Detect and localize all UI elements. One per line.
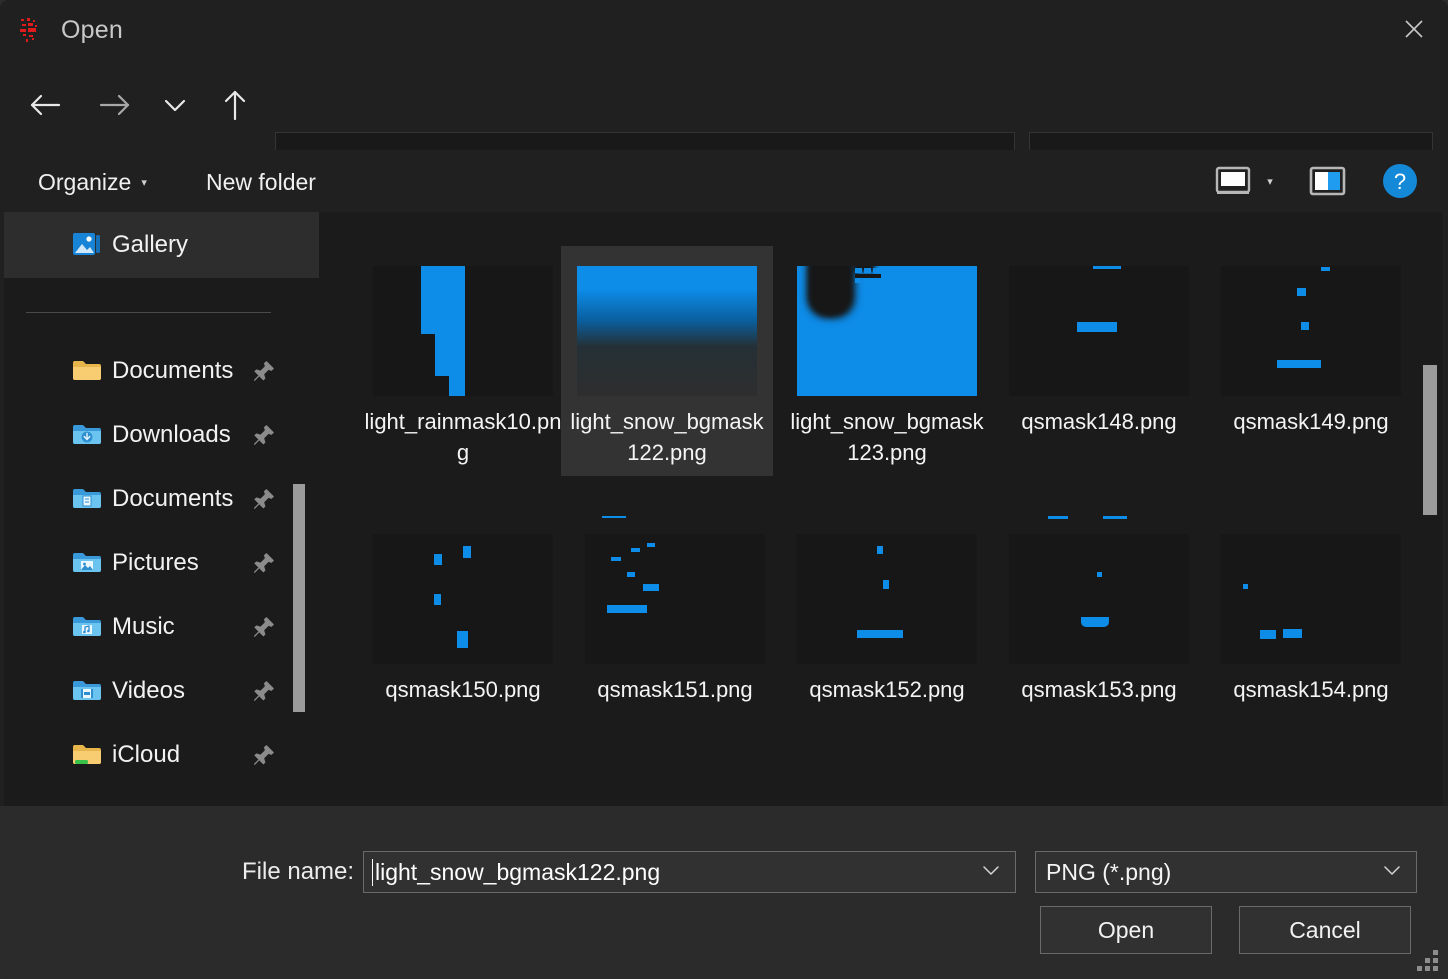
folder-music-icon bbox=[72, 612, 102, 642]
folder-documents-icon bbox=[72, 484, 102, 514]
app-icon bbox=[16, 15, 46, 45]
gallery-icon bbox=[72, 230, 102, 260]
file-thumbnail bbox=[577, 266, 757, 396]
svg-text:?: ? bbox=[1394, 169, 1406, 194]
file-thumbnail bbox=[1009, 266, 1189, 396]
dialog-footer: File name: light_snow_bgmask122.png PNG … bbox=[0, 806, 1448, 979]
file-thumbnail bbox=[585, 534, 765, 664]
file-thumbnail bbox=[373, 266, 553, 396]
command-bar: Organize ▾ New folder ▾ ? bbox=[0, 150, 1448, 212]
help-button[interactable]: ? bbox=[1382, 160, 1418, 202]
file-name-label: light_rainmask10.png bbox=[364, 409, 562, 465]
open-file-dialog: Open Search masks Organize ▾ New folder … bbox=[0, 0, 1448, 979]
view-options-icon[interactable] bbox=[1214, 160, 1252, 202]
open-button[interactable]: Open bbox=[1040, 906, 1212, 954]
file-thumbnail bbox=[797, 534, 977, 664]
file-thumbnail bbox=[1221, 534, 1401, 664]
navigation-bar: « Content › screens › masks bbox=[0, 60, 1448, 197]
folder-yellow-icon bbox=[72, 356, 102, 386]
file-name-label: qsmask154.png bbox=[1233, 677, 1389, 702]
sidebar-item-label: iCloud bbox=[112, 741, 181, 768]
sidebar-item-documents[interactable]: Documents bbox=[4, 339, 319, 403]
close-icon[interactable] bbox=[1380, 0, 1448, 58]
file-item-qsmask152[interactable]: qsmask152.png bbox=[781, 522, 993, 713]
organize-button[interactable]: Organize ▾ bbox=[38, 162, 147, 202]
arrow-right-icon[interactable] bbox=[92, 82, 138, 128]
cancel-button[interactable]: Cancel bbox=[1239, 906, 1411, 954]
file-item-light-snow-bgmask123[interactable]: light_snow_bgmask123.png bbox=[781, 254, 993, 476]
file-thumbnail bbox=[1221, 266, 1401, 396]
file-item-qsmask148[interactable]: qsmask148.png bbox=[993, 254, 1205, 445]
file-name-label: qsmask148.png bbox=[1021, 409, 1177, 434]
pin-icon[interactable] bbox=[251, 358, 277, 384]
file-name-label: qsmask149.png bbox=[1233, 409, 1389, 434]
file-item-qsmask153[interactable]: qsmask153.png bbox=[993, 516, 1205, 713]
file-name-label: qsmask151.png bbox=[597, 677, 753, 702]
pin-icon[interactable] bbox=[251, 422, 277, 448]
file-item-qsmask154[interactable]: qsmask154.png bbox=[1205, 522, 1417, 713]
sidebar-item-downloads[interactable]: Downloads bbox=[4, 403, 319, 467]
window-title: Open bbox=[61, 15, 123, 44]
sidebar-item-videos[interactable]: Videos bbox=[4, 659, 319, 723]
file-grid-scrollbar-thumb[interactable] bbox=[1423, 365, 1437, 515]
pin-icon[interactable] bbox=[251, 486, 277, 512]
new-folder-label: New folder bbox=[206, 168, 316, 195]
title-bar: Open bbox=[0, 0, 1448, 60]
file-name-label-static: File name: bbox=[242, 858, 355, 885]
file-name-label: light_snow_bgmask122.png bbox=[570, 409, 764, 465]
file-name-label: light_snow_bgmask123.png bbox=[790, 409, 984, 465]
file-name-label: qsmask152.png bbox=[809, 677, 965, 702]
file-name-value: light_snow_bgmask122.png bbox=[372, 858, 660, 886]
sidebar-item-icloud[interactable]: iCloud bbox=[4, 723, 319, 787]
chevron-down-icon: ▾ bbox=[141, 176, 147, 189]
sidebar-item-label: Downloads bbox=[112, 421, 231, 448]
organize-label: Organize bbox=[38, 168, 132, 195]
new-folder-button[interactable]: New folder bbox=[206, 162, 316, 202]
sidebar-divider bbox=[26, 312, 271, 313]
sidebar-item-label: Music bbox=[112, 613, 175, 640]
sidebar-item-label: Pictures bbox=[112, 549, 199, 576]
arrow-up-icon[interactable] bbox=[212, 82, 258, 128]
sidebar-item-music[interactable]: Music bbox=[4, 595, 319, 659]
sidebar-item-pictures[interactable]: Pictures bbox=[4, 531, 319, 595]
folder-downloads-icon bbox=[72, 420, 102, 450]
file-item-qsmask151[interactable]: qsmask151.png bbox=[569, 516, 781, 713]
pin-icon[interactable] bbox=[251, 550, 277, 576]
pin-icon[interactable] bbox=[251, 742, 277, 768]
file-thumbnail bbox=[797, 266, 977, 396]
file-thumbnail bbox=[1009, 534, 1189, 664]
chevron-down-icon[interactable] bbox=[981, 863, 1001, 881]
folder-pictures-icon bbox=[72, 548, 102, 578]
file-item-qsmask149[interactable]: qsmask149.png bbox=[1205, 254, 1417, 445]
folder-icloud-icon bbox=[72, 740, 102, 770]
sidebar-item-label: Videos bbox=[112, 677, 185, 704]
sidebar-item-gallery[interactable]: Gallery bbox=[4, 212, 319, 278]
file-name-label: qsmask153.png bbox=[1021, 677, 1177, 702]
chevron-down-glyph: ▾ bbox=[1267, 175, 1273, 188]
file-thumbnail bbox=[373, 534, 553, 664]
file-grid[interactable]: ashmask69.png ashmask70.png bubblesmask5… bbox=[319, 212, 1443, 806]
file-name-label: qsmask150.png bbox=[385, 677, 541, 702]
sidebar-item-label: Gallery bbox=[112, 231, 189, 258]
view-options-chevron-down-icon[interactable]: ▾ bbox=[1258, 160, 1282, 202]
file-item-qsmask150[interactable]: qsmask150.png bbox=[357, 522, 569, 713]
arrow-left-icon[interactable] bbox=[22, 82, 68, 128]
file-type-value: PNG (*.png) bbox=[1046, 858, 1172, 885]
file-name-combobox[interactable]: light_snow_bgmask122.png bbox=[363, 851, 1016, 893]
sidebar-item-label: Documents bbox=[112, 357, 234, 384]
pin-icon[interactable] bbox=[251, 614, 277, 640]
pin-icon[interactable] bbox=[251, 678, 277, 704]
sidebar-item-documents-blue[interactable]: Documents bbox=[4, 467, 319, 531]
preview-pane-icon[interactable] bbox=[1308, 160, 1348, 202]
chevron-down-icon[interactable] bbox=[1382, 863, 1402, 881]
file-item-light-snow-bgmask122[interactable]: light_snow_bgmask122.png bbox=[561, 246, 773, 476]
folder-videos-icon bbox=[72, 676, 102, 706]
navigation-sidebar[interactable]: Gallery Documents Downloads Documents Pi… bbox=[4, 212, 319, 806]
sidebar-item-label: Documents bbox=[112, 485, 234, 512]
sidebar-scrollbar-thumb[interactable] bbox=[293, 484, 305, 712]
file-item-light-rainmask10[interactable]: light_rainmask10.png bbox=[357, 254, 569, 476]
recent-locations-chevron-down-icon[interactable] bbox=[152, 82, 198, 128]
resize-grip-icon[interactable] bbox=[1416, 949, 1438, 971]
file-type-combobox[interactable]: PNG (*.png) bbox=[1035, 851, 1417, 893]
